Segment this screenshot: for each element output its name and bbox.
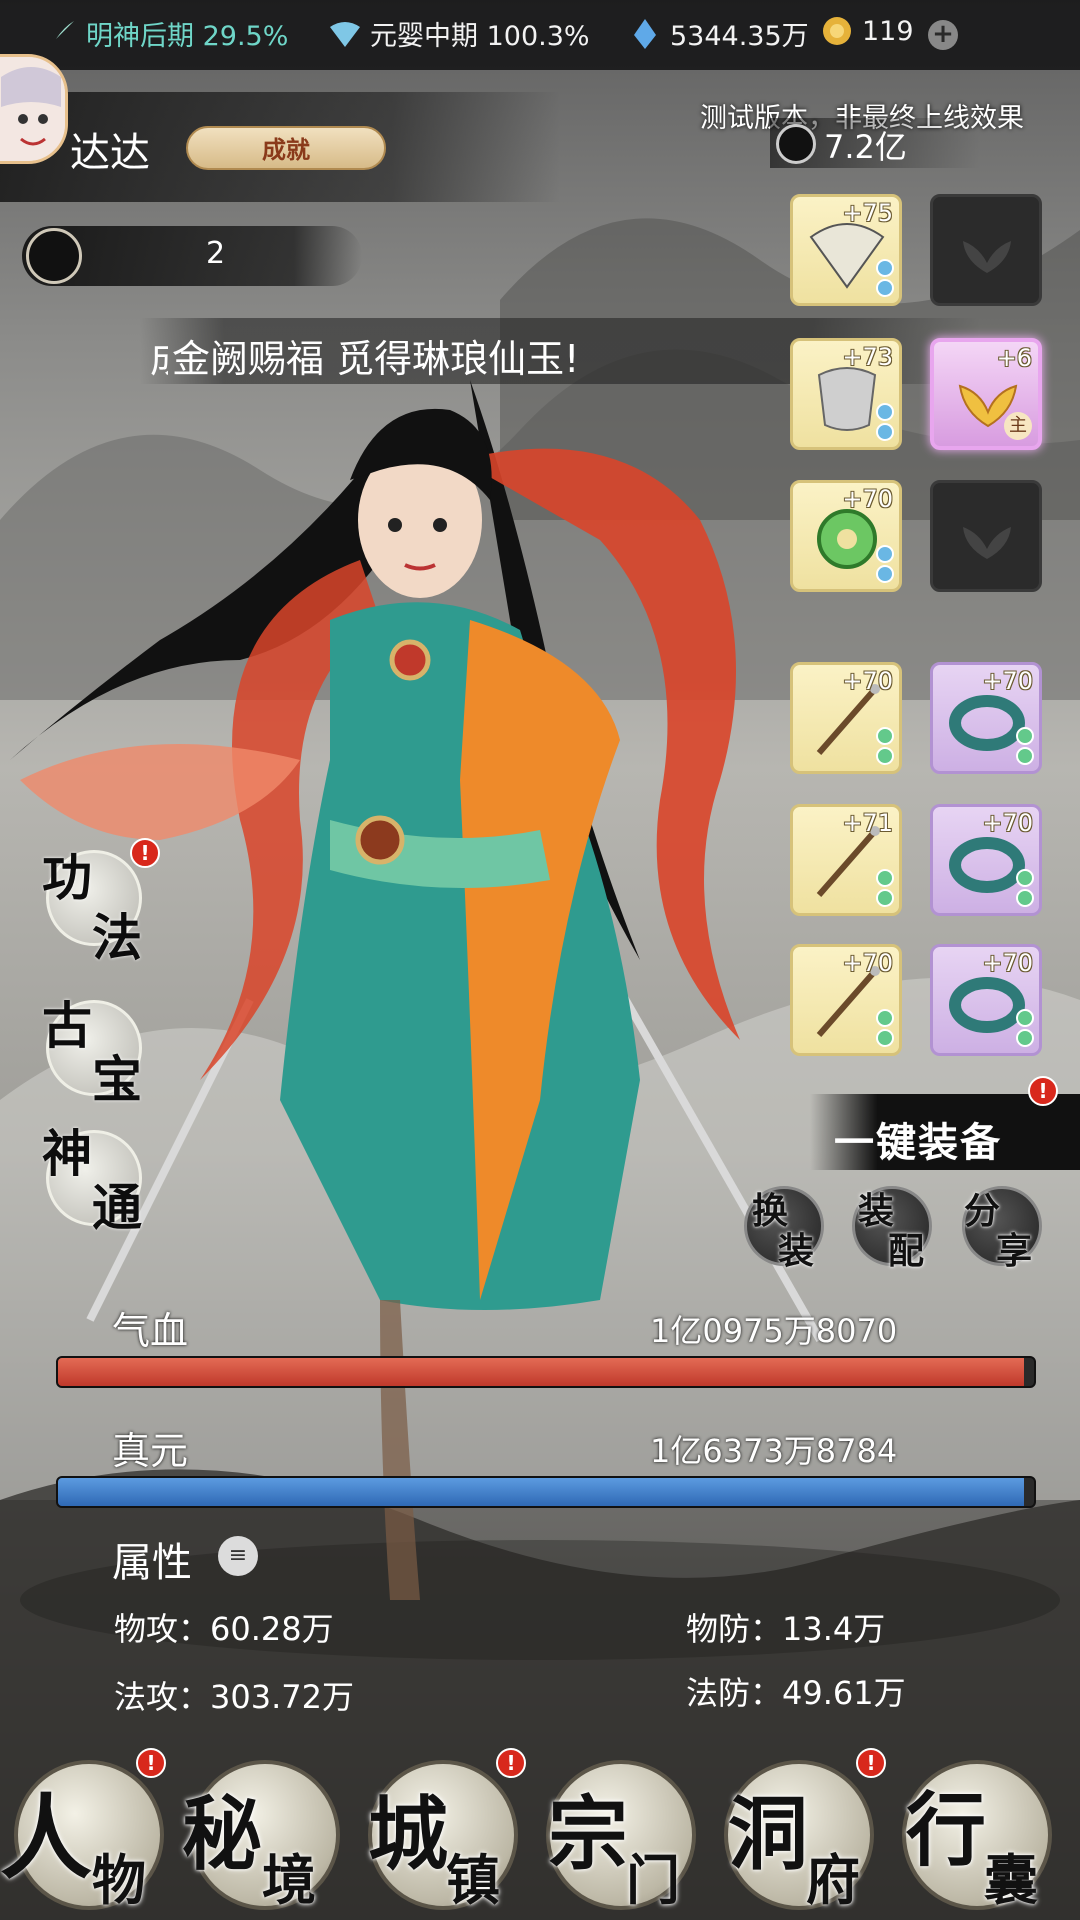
equip-slot-fan[interactable]: +75 (790, 194, 902, 306)
feather-icon (48, 20, 74, 47)
share-label-2: 享 (996, 1230, 1033, 1272)
gold-value: 119 (862, 15, 914, 47)
magic-defense: 法防：49.61万 (686, 1674, 906, 1712)
secondary-stage-text: 元婴中期 100.3% (370, 21, 590, 52)
attributes-title: 属性 (112, 1540, 192, 1586)
skills-label-2: 法 (92, 908, 142, 967)
physical-defense: 物防：13.4万 (686, 1610, 886, 1648)
nav-cave-label-1: 洞 (728, 1787, 808, 1881)
gold-counter[interactable]: 119 (820, 14, 914, 48)
skills-label-1: 功 (42, 848, 92, 907)
treasure-label-2: 宝 (92, 1050, 142, 1109)
equip-slot-armor[interactable]: +73 (790, 338, 902, 450)
mp-label: 真元 (112, 1429, 189, 1473)
yin-yang-icon (776, 124, 816, 164)
equip-slot-jade[interactable]: +70 (790, 480, 902, 592)
achievement-button[interactable]: 成就 (186, 126, 386, 170)
skills-alert-badge: ! (130, 838, 160, 868)
magic-attack: 法攻：303.72万 (114, 1678, 354, 1716)
nav-sect-label-1: 宗 (548, 1787, 628, 1881)
nav-cave-label-2: 府 (806, 1848, 860, 1912)
hp-bar (56, 1356, 1036, 1388)
combat-power-value: 7.2亿 (824, 128, 907, 166)
hp-bar-fill (58, 1358, 1025, 1386)
equip-slot-brush-1[interactable]: +70 (790, 662, 902, 774)
nav-inventory-label-2: 囊 (984, 1848, 1038, 1912)
hp-value: 1亿0975万8070 (650, 1312, 898, 1350)
nav-character-alert-badge: ! (136, 1748, 166, 1778)
equip-slot-bracelet-2[interactable]: +70 (930, 804, 1042, 916)
equip-slot-brush-3[interactable]: +70 (790, 944, 902, 1056)
secondary-stage[interactable]: 元婴中期 100.3% (328, 14, 590, 53)
nav-secret-realm-label-1: 秘 (182, 1787, 262, 1881)
nav-character-label-2: 物 (92, 1848, 146, 1912)
nav-character-label-1: 人 (0, 1784, 93, 1892)
cultivation-stage[interactable]: 明神后期 29.5% (44, 14, 288, 53)
lotus-placeholder-icon (963, 527, 1011, 559)
treasure-label-1: 古 (42, 996, 92, 1055)
player-name: 达达 (70, 130, 150, 176)
cultivation-stage-text: 明神后期 29.5% (86, 21, 289, 52)
nav-sect-label-2: 门 (626, 1848, 680, 1912)
fan-icon (330, 21, 360, 47)
equip-slot-brush-2[interactable]: +71 (790, 804, 902, 916)
mp-bar-fill (58, 1478, 1025, 1506)
nav-secret-realm-label-2: 境 (262, 1848, 316, 1912)
main-tag-badge: 主 (1004, 412, 1032, 440)
equip-slot-artifact[interactable]: +6 主 (930, 338, 1042, 450)
mp-value: 1亿6373万8784 (650, 1432, 898, 1470)
nav-inventory-label-1: 行 (906, 1783, 986, 1877)
share-label-1: 分 (964, 1190, 1001, 1232)
spirit-crystal-icon (634, 18, 656, 49)
nav-town-alert-badge: ! (496, 1748, 526, 1778)
player-avatar[interactable] (0, 54, 68, 164)
gold-coin-icon (823, 17, 851, 45)
equip-all-label: 一键装备 (834, 1119, 1002, 1166)
spirit-stone-counter[interactable]: 5344.35万 (628, 14, 809, 53)
mp-bar (56, 1476, 1036, 1508)
spirit-stone-value: 5344.35万 (670, 21, 809, 52)
nav-town-label-2: 镇 (446, 1848, 500, 1912)
swap-label-2: 装 (778, 1230, 815, 1272)
divine-label-1: 神 (42, 1124, 92, 1183)
equip-slot-bracelet-1[interactable]: +70 (930, 662, 1042, 774)
equip-slot-bracelet-3[interactable]: +70 (930, 944, 1042, 1056)
equip-all-alert-badge: ! (1028, 1076, 1058, 1106)
attributes-detail-icon[interactable]: ≡ (218, 1536, 258, 1576)
nav-town-label-1: 城 (368, 1787, 448, 1881)
nav-cave-alert-badge: ! (856, 1748, 886, 1778)
lotus-placeholder-icon (963, 241, 1011, 273)
rank-emblem-icon (26, 228, 82, 284)
avatar-face-icon (0, 57, 65, 161)
hp-label: 气血 (112, 1309, 189, 1353)
add-currency-button[interactable]: + (928, 20, 958, 50)
equip-slot-empty-1[interactable] (930, 194, 1042, 306)
rank-value: 2 (206, 236, 226, 271)
equip-slot-empty-2[interactable] (930, 480, 1042, 592)
divine-label-2: 通 (92, 1178, 142, 1237)
match-label-2: 配 (888, 1230, 925, 1272)
physical-attack: 物攻：60.28万 (114, 1610, 334, 1648)
